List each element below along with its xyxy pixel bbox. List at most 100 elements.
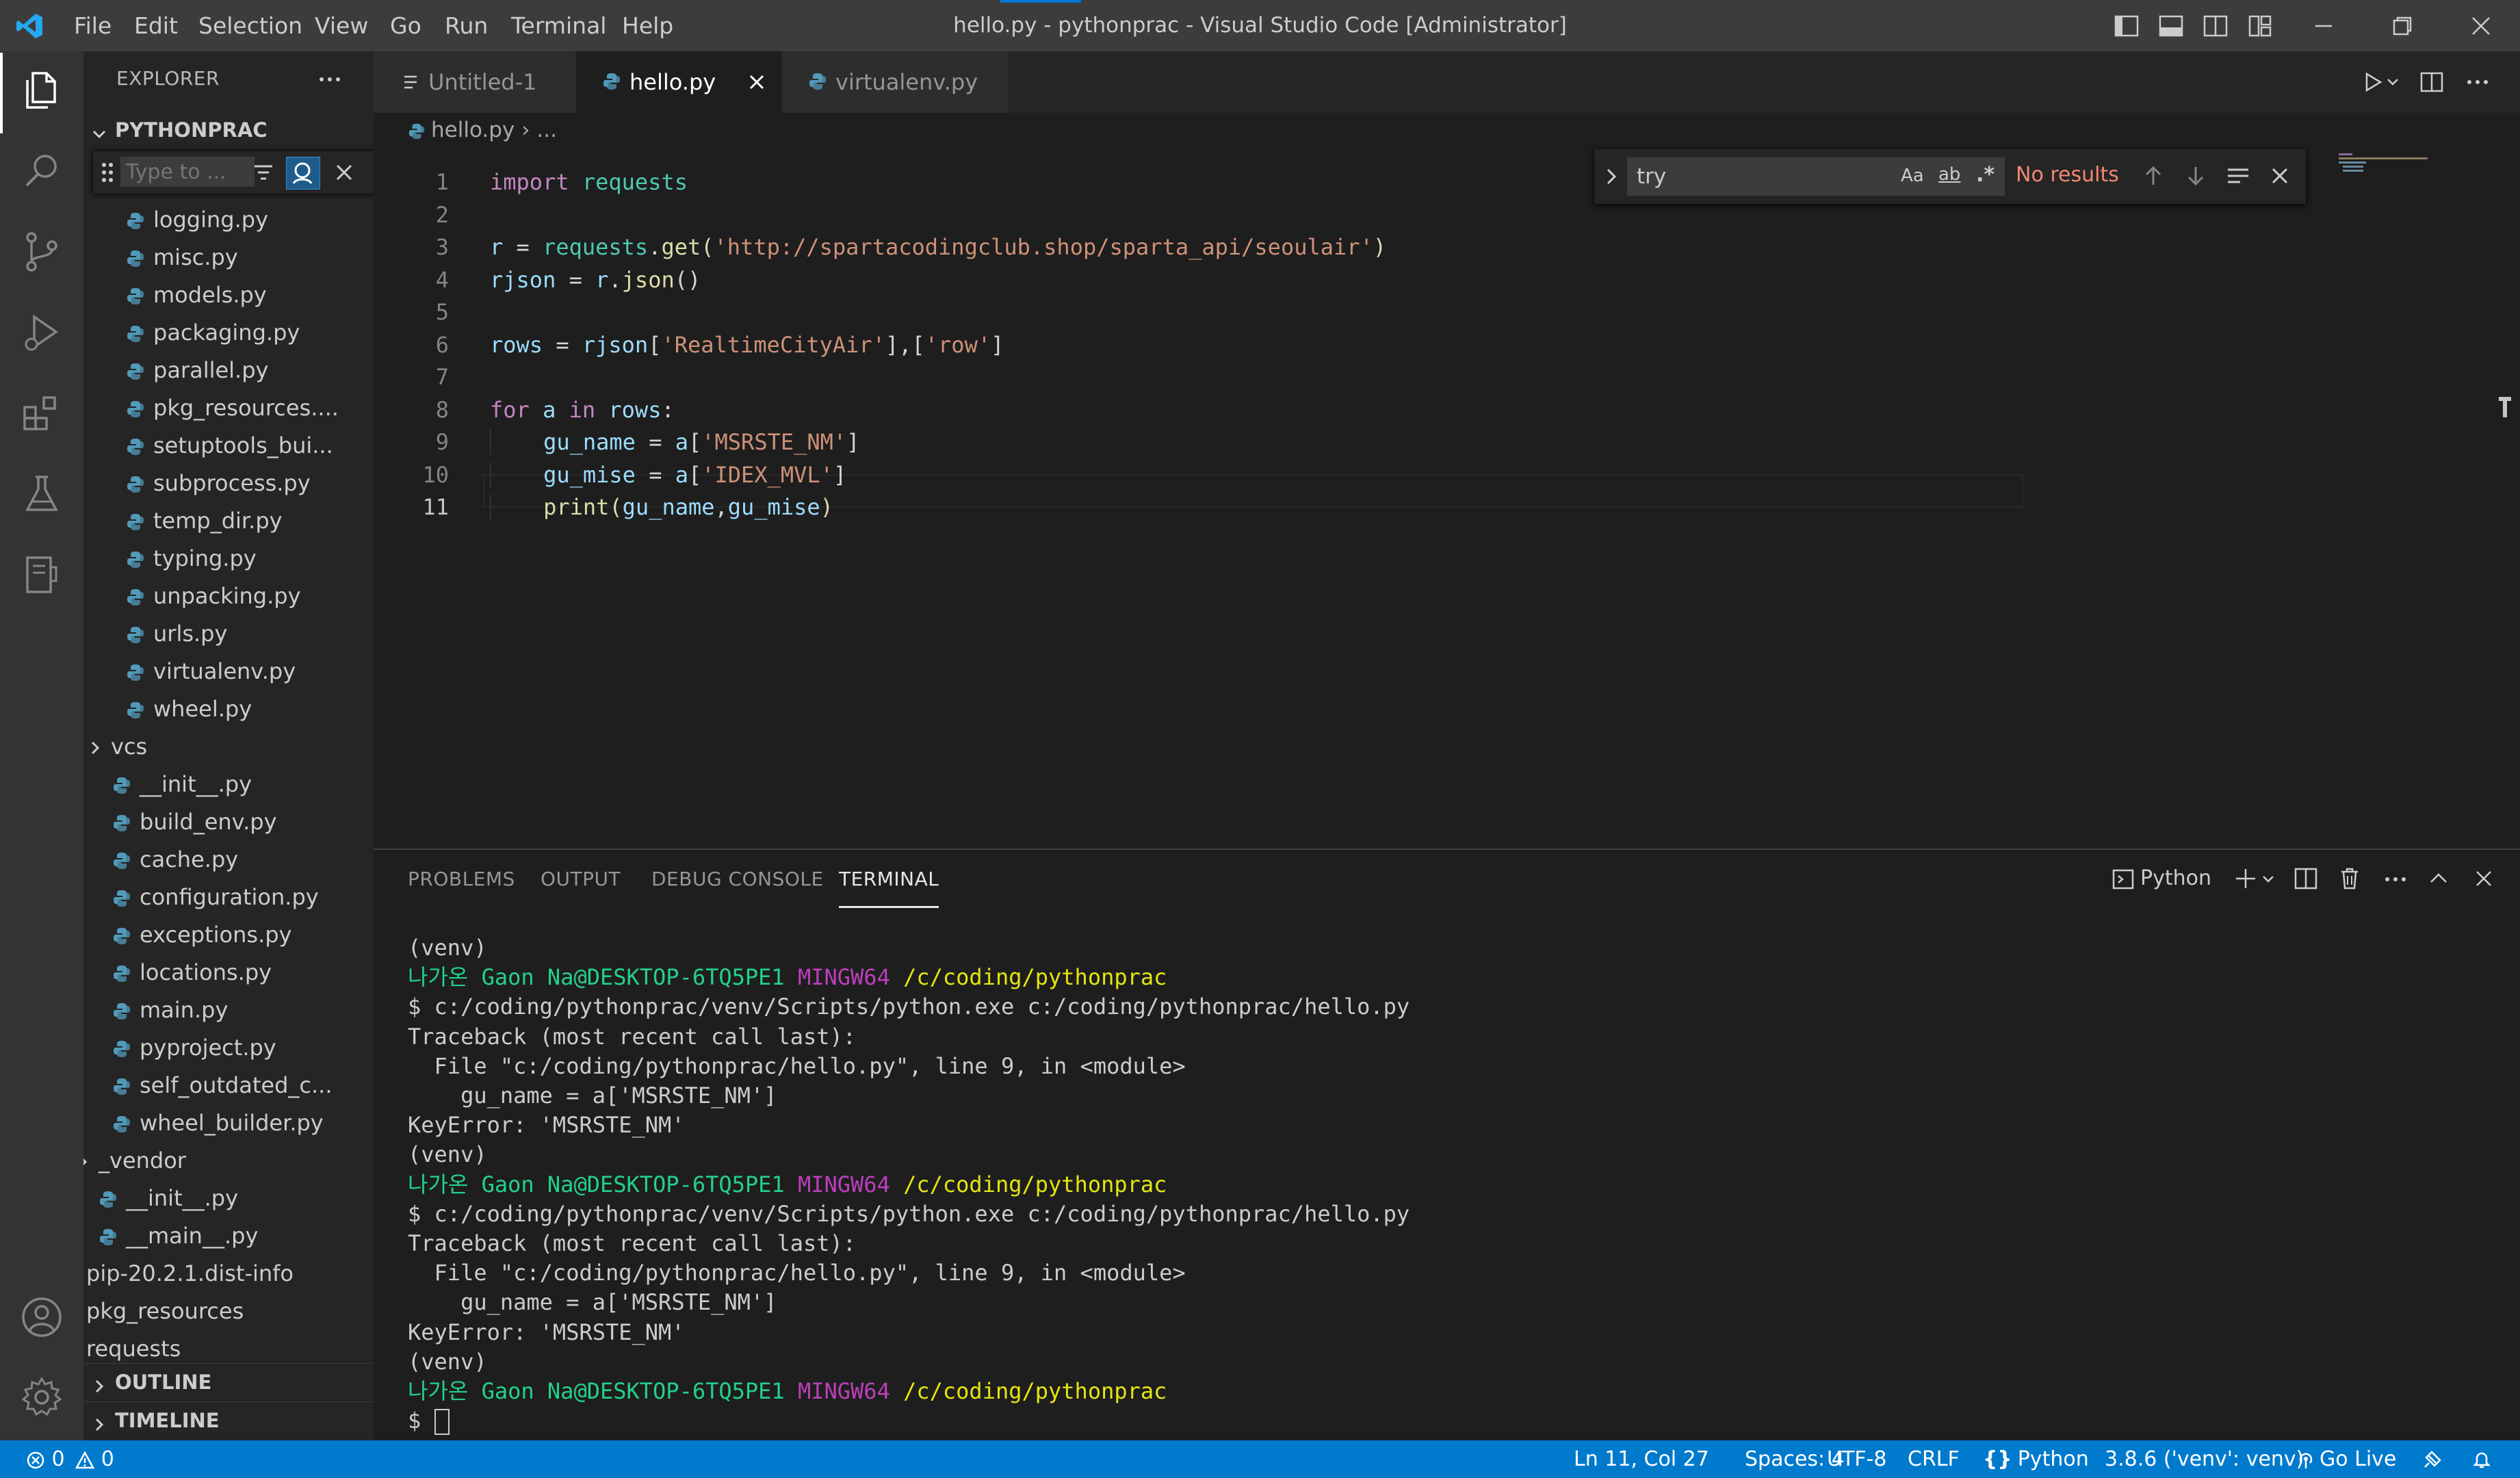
accounts-icon[interactable] — [18, 1293, 66, 1341]
terminal-selector[interactable]: Python — [2112, 865, 2211, 892]
end-of-line[interactable]: CRLF — [1908, 1440, 1960, 1478]
python-interpreter[interactable]: 3.8.6 ('venv': venv) — [2105, 1440, 2304, 1478]
tree-file[interactable]: pyproject.py — [112, 1029, 276, 1067]
tree-folder[interactable]: vcs — [86, 728, 147, 766]
minimap[interactable] — [2339, 152, 2434, 179]
tree-file[interactable]: exceptions.py — [112, 916, 291, 954]
run-python-icon[interactable] — [2361, 70, 2385, 94]
tab-terminal[interactable]: TERMINAL — [839, 850, 939, 908]
close-tab-icon[interactable] — [747, 73, 766, 92]
tree-file[interactable]: locations.py — [112, 954, 272, 991]
tree-folder[interactable]: _vendor — [83, 1142, 186, 1180]
match-whole-word-toggle[interactable]: ab — [1938, 164, 1960, 185]
notifications-bell-icon[interactable] — [2471, 1449, 2492, 1470]
toggle-primary-sidebar-icon[interactable] — [2114, 14, 2139, 38]
feedback-icon[interactable] — [2422, 1449, 2443, 1470]
timeline-section[interactable]: TIMELINE — [83, 1401, 374, 1440]
split-terminal-icon[interactable] — [2294, 866, 2318, 891]
kill-terminal-icon[interactable] — [2337, 866, 2362, 891]
tab-hello-py[interactable]: hello.py — [576, 51, 782, 113]
tree-file[interactable]: virtualenv.py — [126, 653, 296, 690]
close-panel-icon[interactable] — [2471, 866, 2496, 891]
tree-file[interactable]: __main__.py — [99, 1217, 258, 1255]
language-mode[interactable]: {} Python — [1983, 1440, 2089, 1478]
tree-folder[interactable]: pkg_resources — [83, 1293, 244, 1330]
regex-toggle[interactable]: .* — [1976, 163, 1995, 187]
breadcrumb-file[interactable]: hello.py — [431, 118, 515, 142]
tree-file[interactable]: cache.py — [112, 841, 238, 879]
toggle-replace-icon[interactable] — [1601, 164, 1622, 189]
tree-folder[interactable]: requests — [83, 1330, 181, 1368]
run-debug-icon[interactable] — [18, 309, 66, 356]
tree-file[interactable]: self_outdated_c... — [112, 1067, 333, 1104]
tab-untitled-1[interactable]: Untitled-1 — [374, 51, 576, 113]
outline-section[interactable]: OUTLINE — [83, 1363, 374, 1401]
previous-match-icon[interactable] — [2142, 164, 2165, 187]
tab-debug-console[interactable]: DEBUG CONSOLE — [651, 850, 824, 908]
tree-filter-input[interactable] — [120, 157, 255, 187]
tree-file[interactable]: unpacking.py — [126, 578, 301, 615]
more-actions-icon[interactable] — [316, 69, 343, 90]
close-window-icon[interactable] — [2469, 14, 2493, 38]
toggle-secondary-sidebar-icon[interactable] — [2203, 14, 2228, 38]
tree-item-label: pyproject.py — [140, 1035, 276, 1061]
extensions-icon[interactable] — [18, 389, 66, 437]
tab-virtualenv-py[interactable]: virtualenv.py — [782, 51, 1009, 113]
tree-file[interactable]: urls.py — [126, 615, 227, 653]
settings-gear-icon[interactable] — [18, 1373, 66, 1421]
cursor-position[interactable]: Ln 11, Col 27 — [1574, 1440, 1709, 1478]
customize-layout-icon[interactable] — [2248, 14, 2272, 38]
maximize-panel-icon[interactable] — [2426, 866, 2451, 891]
tree-file[interactable]: main.py — [112, 991, 228, 1029]
editor-more-actions-icon[interactable] — [2464, 72, 2491, 92]
tree-file[interactable]: logging.py — [126, 201, 268, 239]
tree-file[interactable]: build_env.py — [112, 803, 277, 841]
problems-status[interactable]: 0 0 — [26, 1440, 114, 1478]
tab-problems[interactable]: PROBLEMS — [408, 850, 515, 908]
tree-file[interactable]: typing.py — [126, 540, 257, 578]
tree-folder[interactable]: pip-20.2.1.dist-info — [83, 1255, 294, 1293]
minimize-icon[interactable] — [2311, 14, 2336, 38]
tree-file[interactable]: configuration.py — [112, 879, 319, 916]
testing-icon[interactable] — [18, 470, 66, 518]
tab-output[interactable]: OUTPUT — [541, 850, 621, 908]
search-icon[interactable] — [18, 147, 66, 195]
source-control-icon[interactable] — [18, 228, 66, 276]
match-case-toggle[interactable]: Aa — [1901, 166, 1924, 186]
tree-file[interactable]: subprocess.py — [126, 465, 311, 502]
terminal-dropdown-icon[interactable] — [2261, 872, 2276, 887]
new-terminal-icon[interactable] — [2233, 866, 2258, 891]
tree-file[interactable]: temp_dir.py — [126, 502, 283, 540]
tree-file[interactable]: __init__.py — [99, 1180, 238, 1217]
tree-file[interactable]: __init__.py — [112, 766, 252, 803]
scrollbar-slider[interactable] — [2497, 396, 2512, 419]
close-filter-icon[interactable] — [333, 161, 356, 184]
tree-file[interactable]: models.py — [126, 276, 267, 314]
tree-file[interactable]: setuptools_bui... — [126, 427, 333, 465]
drag-handle-icon[interactable] — [100, 161, 115, 184]
run-dropdown-icon[interactable] — [2385, 75, 2400, 90]
split-editor-icon[interactable] — [2419, 70, 2444, 94]
folder-header[interactable]: PYTHONPRAC — [83, 113, 374, 147]
toggle-panel-icon[interactable] — [2159, 14, 2183, 38]
breadcrumb-symbol[interactable]: ... — [536, 118, 557, 142]
tree-file[interactable]: packaging.py — [126, 314, 300, 352]
explorer-icon[interactable] — [18, 66, 66, 114]
fuzzy-match-icon[interactable] — [286, 157, 320, 190]
find-input[interactable] — [1627, 157, 1893, 196]
find-in-selection-icon[interactable] — [2225, 164, 2251, 187]
filter-icon[interactable] — [250, 159, 276, 185]
tree-file[interactable]: pkg_resources.... — [126, 389, 339, 427]
panel-more-actions-icon[interactable] — [2382, 869, 2409, 890]
restore-icon[interactable] — [2390, 14, 2415, 38]
tree-file[interactable]: wheel.py — [126, 690, 252, 728]
go-live-button[interactable]: Go Live — [2296, 1440, 2396, 1478]
tree-file[interactable]: parallel.py — [126, 352, 268, 389]
encoding[interactable]: UTF-8 — [1827, 1440, 1886, 1478]
tree-file[interactable]: misc.py — [126, 239, 238, 276]
code-editor[interactable]: hello.py › ... 1 2 3 4 5 6 7 8 9 10 11 import requ… — [374, 113, 2520, 848]
next-match-icon[interactable] — [2184, 164, 2207, 187]
close-find-icon[interactable] — [2268, 164, 2291, 187]
tree-file[interactable]: wheel_builder.py — [112, 1104, 324, 1142]
remote-explorer-icon[interactable] — [18, 551, 66, 599]
